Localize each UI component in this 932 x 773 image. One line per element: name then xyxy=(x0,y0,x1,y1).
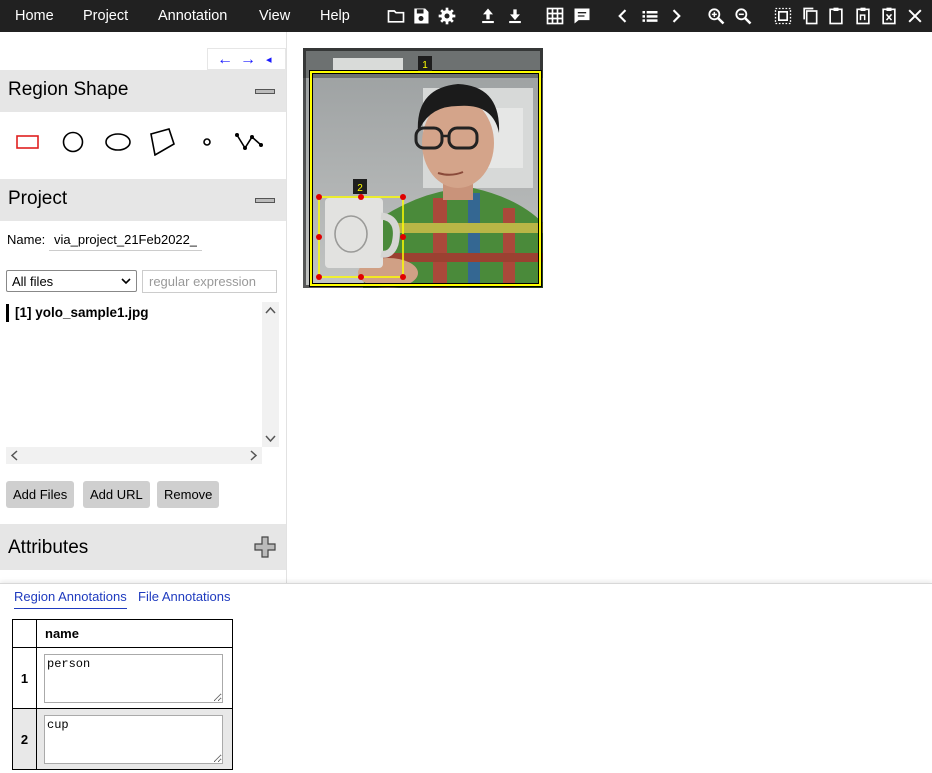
upload-icon[interactable] xyxy=(478,6,498,26)
file-list-item[interactable]: [1] yolo_sample1.jpg xyxy=(6,304,149,322)
file-filter-select[interactable]: All files xyxy=(6,270,137,292)
point-shape-icon[interactable] xyxy=(192,128,222,156)
table-row: 1 person xyxy=(12,647,233,709)
file-list-horizontal-scrollbar[interactable] xyxy=(6,447,262,464)
save-icon[interactable] xyxy=(411,6,431,26)
project-name-input[interactable] xyxy=(49,229,202,251)
delete-clipboard-icon[interactable] xyxy=(879,6,899,26)
polyline-shape-icon[interactable] xyxy=(234,128,264,156)
region-2-label: 2 xyxy=(357,183,363,194)
shape-selector xyxy=(0,122,286,162)
scroll-down-icon[interactable] xyxy=(262,430,279,447)
collapse-panel-icon[interactable]: ◂ xyxy=(266,50,272,70)
region-1-label: 1 xyxy=(422,60,428,71)
download-icon[interactable] xyxy=(505,6,525,26)
paste-icon[interactable] xyxy=(826,6,846,26)
top-menu-bar: Home Project Annotation View Help xyxy=(0,0,932,32)
menu-home[interactable]: Home xyxy=(15,0,54,32)
project-title: Project xyxy=(8,188,68,209)
circle-shape-icon[interactable] xyxy=(58,128,88,156)
left-sidebar: ← → ◂ Region Shape Project Name: via_pro… xyxy=(0,32,287,583)
comment-icon[interactable] xyxy=(572,6,592,26)
add-attribute-plus-icon[interactable] xyxy=(254,536,276,558)
chevron-down-icon xyxy=(121,278,131,285)
folder-icon[interactable] xyxy=(386,6,406,26)
tab-region-annotations[interactable]: Region Annotations xyxy=(14,589,127,609)
chevron-right-icon[interactable] xyxy=(666,6,686,26)
prev-arrow-icon[interactable]: ← xyxy=(217,50,233,70)
list-icon[interactable] xyxy=(640,6,660,26)
row-index: 2 xyxy=(12,708,37,770)
name-cell: person xyxy=(36,647,233,709)
file-list: [1] yolo_sample1.jpg xyxy=(6,302,279,464)
row-index: 1 xyxy=(12,647,37,709)
close-icon[interactable] xyxy=(905,6,925,26)
paste-n-icon[interactable] xyxy=(853,6,873,26)
scroll-right-icon[interactable] xyxy=(245,447,262,464)
region-shape-title: Region Shape xyxy=(8,79,129,100)
grid-icon[interactable] xyxy=(545,6,565,26)
file-list-vertical-scrollbar[interactable] xyxy=(262,302,279,447)
index-column-header xyxy=(12,619,37,648)
copy-icon[interactable] xyxy=(800,6,820,26)
attributes-header[interactable]: Attributes xyxy=(0,524,286,570)
tab-file-annotations[interactable]: File Annotations xyxy=(138,589,231,608)
rectangle-shape-icon[interactable] xyxy=(13,128,43,156)
menu-annotation[interactable]: Annotation xyxy=(158,0,227,32)
gear-icon[interactable] xyxy=(437,6,457,26)
scroll-left-icon[interactable] xyxy=(6,447,23,464)
image-canvas[interactable]: 1 2 xyxy=(303,48,543,288)
attributes-title: Attributes xyxy=(8,537,89,558)
ellipse-shape-icon[interactable] xyxy=(103,128,133,156)
region-shape-header[interactable]: Region Shape xyxy=(0,70,286,112)
project-name-label: Name: xyxy=(7,232,46,247)
regex-filter-input[interactable] xyxy=(142,270,277,293)
annotated-image: 1 2 xyxy=(303,48,543,288)
table-header-row: name xyxy=(12,619,233,648)
panel-nav: ← → ◂ xyxy=(207,48,286,70)
remove-file-button[interactable]: Remove xyxy=(157,481,220,508)
name-value-textarea[interactable]: cup xyxy=(44,714,223,764)
region-attribute-table: name 1 person 2 cup xyxy=(12,619,233,770)
menu-view[interactable]: View xyxy=(259,0,290,32)
add-url-button[interactable]: Add URL xyxy=(83,481,150,508)
collapse-project-button[interactable] xyxy=(255,198,275,203)
name-cell: cup xyxy=(36,708,233,770)
scroll-up-icon[interactable] xyxy=(262,302,279,319)
menu-project[interactable]: Project xyxy=(83,0,128,32)
collapse-region-shape-button[interactable] xyxy=(255,89,275,94)
next-arrow-icon[interactable]: → xyxy=(240,50,256,70)
zoom-out-icon[interactable] xyxy=(733,6,753,26)
select-all-icon[interactable] xyxy=(773,6,793,26)
name-value-textarea[interactable]: person xyxy=(44,653,223,703)
table-row: 2 cup xyxy=(12,708,233,770)
annotation-editor: Region Annotations File Annotations name… xyxy=(0,583,932,773)
project-header[interactable]: Project xyxy=(0,179,286,221)
menu-help[interactable]: Help xyxy=(320,0,350,32)
chevron-left-icon[interactable] xyxy=(613,6,633,26)
polygon-shape-icon[interactable] xyxy=(147,128,177,156)
zoom-in-icon[interactable] xyxy=(706,6,726,26)
add-files-button[interactable]: Add Files xyxy=(6,481,75,508)
file-filter-value: All files xyxy=(12,274,54,289)
name-column-header: name xyxy=(36,619,233,648)
